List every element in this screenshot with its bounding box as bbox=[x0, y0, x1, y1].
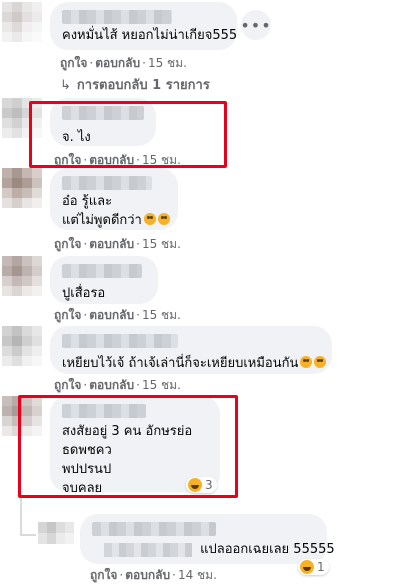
emoji-icon bbox=[157, 213, 170, 225]
comment-text: คงหมั่นไส้ หยอกไม่น่าเกียจ555 bbox=[62, 28, 238, 43]
comment-actions: ถูกใจ · ตอบกลับ · 15 ชม. bbox=[60, 56, 187, 70]
comment-time[interactable]: 15 ชม. bbox=[142, 378, 181, 392]
comment-bubble: เหยียบไว้เจ้ ถ้าเจ้เล่านี่ก็จะเหยียบเหมื… bbox=[50, 326, 332, 374]
reaction-count[interactable]: 3 bbox=[186, 477, 217, 493]
like-link[interactable]: ถูกใจ bbox=[54, 378, 81, 392]
avatar[interactable] bbox=[38, 522, 74, 544]
avatar[interactable] bbox=[2, 256, 42, 296]
haha-reaction-icon bbox=[188, 478, 202, 492]
author-name-blurred[interactable] bbox=[92, 522, 216, 536]
reply-thread-line bbox=[20, 498, 22, 536]
avatar[interactable] bbox=[2, 98, 42, 138]
like-link[interactable]: ถูกใจ bbox=[54, 153, 81, 167]
like-link[interactable]: ถูกใจ bbox=[54, 308, 81, 322]
blurred-mention bbox=[104, 542, 192, 557]
avatar[interactable] bbox=[2, 2, 42, 42]
author-name-blurred[interactable] bbox=[62, 10, 172, 24]
emoji-icon bbox=[314, 356, 327, 368]
comment-bubble: จ. ไง bbox=[50, 98, 156, 146]
reply-link[interactable]: ตอบกลับ bbox=[125, 568, 170, 582]
comment-text-line: ธดพชคว bbox=[62, 443, 112, 458]
author-name-blurred[interactable] bbox=[62, 264, 142, 278]
comment-time[interactable]: 15 ชม. bbox=[142, 153, 181, 167]
reaction-count[interactable]: 1 bbox=[298, 559, 329, 575]
author-name-blurred[interactable] bbox=[62, 334, 178, 348]
comment-actions: ถูกใจ · ตอบกลับ · 14 ชม. bbox=[90, 568, 217, 582]
like-link[interactable]: ถูกใจ bbox=[60, 56, 87, 70]
view-replies-link[interactable]: ↳ การตอบกลับ 1 รายการ bbox=[60, 74, 210, 95]
comment-time[interactable]: 15 ชม. bbox=[142, 237, 181, 251]
comment-text: ปูเสื่อรอ bbox=[62, 286, 106, 301]
haha-reaction-icon bbox=[300, 560, 314, 574]
reply-link[interactable]: ตอบกลับ bbox=[95, 56, 140, 70]
comment-time[interactable]: 15 ชม. bbox=[148, 56, 187, 70]
comment-bubble: อ๋อ รู้และ แต่ไม่พูดดีกว่า bbox=[50, 168, 178, 230]
avatar[interactable] bbox=[2, 396, 42, 436]
emoji-icon bbox=[300, 356, 313, 368]
author-name-blurred[interactable] bbox=[62, 404, 146, 418]
comment-text-line: แต่ไม่พูดดีกว่า bbox=[62, 211, 170, 230]
comment-bubble: ปูเสื่อรอ bbox=[50, 256, 158, 304]
comment-text-line: สงสัยอยู่ 3 คน อักษรย่อ bbox=[62, 424, 193, 439]
comment-bubble: คงหมั่นไส้ หยอกไม่น่าเกียจ555 bbox=[50, 2, 237, 50]
avatar[interactable] bbox=[2, 168, 42, 208]
comment-time[interactable]: 15 ชม. bbox=[142, 308, 181, 322]
more-options-button[interactable]: ••• bbox=[240, 10, 271, 40]
reply-link[interactable]: ตอบกลับ bbox=[89, 237, 134, 251]
comment-time[interactable]: 14 ชม. bbox=[178, 568, 217, 582]
author-name-blurred[interactable] bbox=[62, 176, 152, 190]
comment-text: แปลออกเฉยเลย 55555 bbox=[92, 540, 335, 559]
reply-link[interactable]: ตอบกลับ bbox=[89, 308, 134, 322]
reply-thread-line bbox=[20, 534, 36, 536]
comment-bubble: แปลออกเฉยเลย 55555 bbox=[80, 514, 335, 564]
emoji-icon bbox=[143, 213, 156, 225]
author-name-blurred[interactable] bbox=[62, 106, 144, 120]
reply-link[interactable]: ตอบกลับ bbox=[89, 378, 134, 392]
comment-actions: ถูกใจ · ตอบกลับ · 15 ชม. bbox=[54, 237, 181, 251]
comment-text: จ. ไง bbox=[62, 130, 91, 145]
comment-actions: ถูกใจ · ตอบกลับ · 15 ชม. bbox=[54, 378, 181, 392]
reply-link[interactable]: ตอบกลับ bbox=[89, 153, 134, 167]
like-link[interactable]: ถูกใจ bbox=[54, 237, 81, 251]
reply-arrow-icon: ↳ bbox=[60, 78, 71, 93]
comment-actions: ถูกใจ · ตอบกลับ · 15 ชม. bbox=[54, 308, 181, 322]
comment-text-line: อ๋อ รู้และ bbox=[62, 194, 113, 209]
comment-text-line: เหยียบไว้เจ้ ถ้าเจ้เล่านี่ก็จะเหยียบเหมื… bbox=[62, 354, 327, 373]
avatar[interactable] bbox=[2, 326, 42, 366]
like-link[interactable]: ถูกใจ bbox=[90, 568, 117, 582]
comment-text-line: พปปรนป bbox=[62, 462, 112, 477]
